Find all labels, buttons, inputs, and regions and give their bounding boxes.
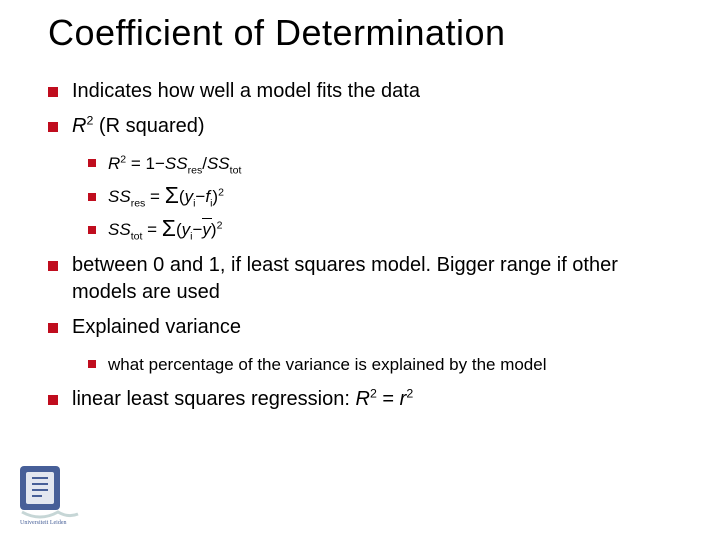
eq1-eq: = 1− xyxy=(126,154,165,173)
svg-text:Universiteit Leiden: Universiteit Leiden xyxy=(20,520,67,526)
b5-eq: = xyxy=(377,388,400,410)
bullet-text: between 0 and 1, if least squares model.… xyxy=(72,254,618,303)
eq3-eq: = xyxy=(142,220,161,239)
eq3-sub1: tot xyxy=(131,231,143,243)
eq2-ss: SS xyxy=(108,187,131,206)
formula-ssres: SSres = Σ(yi−fi)2 xyxy=(88,183,672,210)
eq3-pow: 2 xyxy=(217,220,223,232)
university-logo-icon: Universiteit Leiden xyxy=(14,462,84,526)
bullet-explained-variance: Explained variance what percentage of th… xyxy=(48,314,672,378)
eq1-r: R xyxy=(108,154,120,173)
eq2-minus: − xyxy=(195,187,205,206)
b5-R: R xyxy=(355,388,369,410)
eq2-eq: = xyxy=(145,187,164,206)
b5-sup1: 2 xyxy=(370,386,377,400)
y-bar: y xyxy=(202,216,211,243)
b5-sup2: 2 xyxy=(406,386,413,400)
bullet-list: Indicates how well a model fits the data… xyxy=(48,78,672,413)
r-rest: (R squared) xyxy=(93,115,204,137)
bullet-indicates: Indicates how well a model fits the data xyxy=(48,78,672,105)
eq1-sub2: tot xyxy=(230,164,242,176)
eq3-minus: − xyxy=(192,220,202,239)
eq2-y: y xyxy=(185,187,194,206)
bullet-text: Explained variance xyxy=(72,316,241,338)
sigma-icon: Σ xyxy=(165,182,179,208)
bullet-r-squared: R 2 (R squared) R2 = 1−SSres/SStot SSres … xyxy=(48,113,672,244)
bullet-range: between 0 and 1, if least squares model.… xyxy=(48,252,672,306)
eq1-ss2: SS xyxy=(207,154,230,173)
eq2-pow: 2 xyxy=(218,187,224,199)
eq3-ss: SS xyxy=(108,220,131,239)
bullet-linear-ls: linear least squares regression: R2 = r2 xyxy=(48,386,672,413)
sigma-icon: Σ xyxy=(162,216,176,242)
formula-sstot: SStot = Σ(yi−y)2 xyxy=(88,216,672,243)
explained-sublist: what percentage of the variance is expla… xyxy=(88,351,672,378)
formula-r2-def: R2 = 1−SSres/SStot xyxy=(88,150,672,177)
bullet-prefix: linear least squares regression: xyxy=(72,388,355,410)
formula-list: R2 = 1−SSres/SStot SSres = Σ(yi−fi)2 SSt… xyxy=(88,150,672,244)
eq1-sub1: res xyxy=(188,164,203,176)
bullet-text: Indicates how well a model fits the data xyxy=(72,80,420,102)
slide-content: Coefficient of Determination Indicates h… xyxy=(0,0,720,540)
eq1-ss1: SS xyxy=(165,154,188,173)
eq3-y: y xyxy=(182,220,191,239)
r-italic: R xyxy=(72,115,86,137)
explained-sub: what percentage of the variance is expla… xyxy=(88,351,672,378)
bullet-text: what percentage of the variance is expla… xyxy=(108,355,547,374)
eq2-sub1: res xyxy=(131,198,146,210)
slide-title: Coefficient of Determination xyxy=(48,12,672,54)
